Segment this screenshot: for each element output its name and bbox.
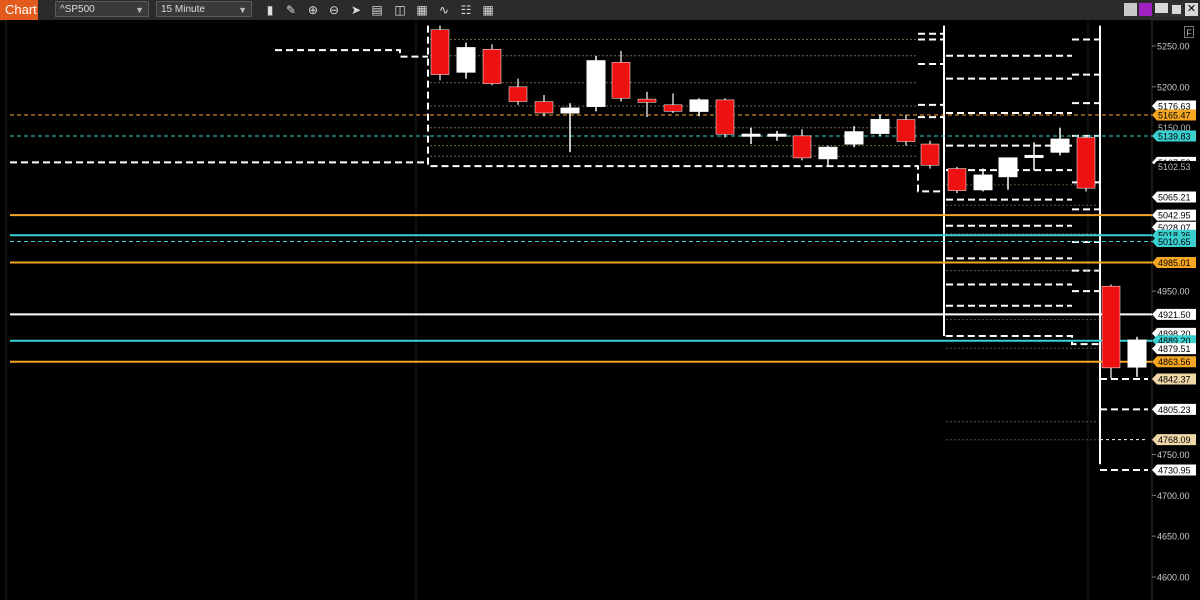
candle-body xyxy=(1101,285,1121,369)
interval-value: 15 Minute xyxy=(161,4,205,15)
interval-select[interactable]: 15 Minute ▼ xyxy=(156,1,252,17)
y-tick-label: 4600.00 xyxy=(1157,573,1190,583)
candle-body xyxy=(586,60,606,107)
candle-body xyxy=(844,131,864,145)
candle-body xyxy=(973,174,993,191)
restore-icon[interactable] xyxy=(1124,3,1137,16)
candle-body xyxy=(920,143,940,166)
candlestick-chart[interactable]: 5250.00 5200.00 4950.00 4750.00 4700.00 4650.… xyxy=(0,20,1200,600)
document-icon[interactable]: ▤ xyxy=(369,2,385,18)
minimize-icon[interactable] xyxy=(1155,3,1168,16)
price-label: 4985.01 xyxy=(1158,258,1191,268)
price-label: 5010.65 xyxy=(1158,237,1191,247)
toolbar: Chart ^SP500 ▼ 15 Minute ▼ ▮ ✎ ⊕ ⊖ ➤ ▤ ◫… xyxy=(0,0,1200,21)
price-label: 5042.95 xyxy=(1158,211,1191,221)
price-label: 4730.95 xyxy=(1158,466,1191,476)
candle-body xyxy=(818,146,838,160)
candle-body xyxy=(482,49,502,84)
candle-body xyxy=(1024,154,1044,158)
candle-body xyxy=(534,101,554,114)
candle-body xyxy=(767,133,787,137)
price-label: 5139.83 xyxy=(1158,132,1191,142)
price-label: 4768.09 xyxy=(1158,435,1191,445)
grid-icon[interactable]: ▦ xyxy=(480,2,496,18)
price-label: 5065.21 xyxy=(1158,192,1191,202)
pencil-icon[interactable]: ✎ xyxy=(283,2,299,18)
price-label: 5165.47 xyxy=(1158,111,1191,121)
chart-tools-icon[interactable]: ☷ xyxy=(458,2,474,18)
price-label: 4879.51 xyxy=(1158,344,1191,354)
split-icon[interactable]: ◫ xyxy=(392,2,408,18)
app-title: Chart xyxy=(0,0,38,20)
y-tick-label: 4700.00 xyxy=(1157,491,1190,501)
candle-body xyxy=(430,29,450,75)
color-icon[interactable] xyxy=(1139,3,1152,16)
candle-body xyxy=(998,157,1018,178)
cursor-icon[interactable]: ➤ xyxy=(348,2,364,18)
bar-chart-icon[interactable]: ▮ xyxy=(262,2,278,18)
candle-body xyxy=(508,86,528,102)
zoom-out-icon[interactable]: ⊖ xyxy=(326,2,342,18)
candle-body xyxy=(1076,137,1096,189)
maximize-icon[interactable] xyxy=(1170,3,1183,16)
indicator-icon[interactable]: ∿ xyxy=(436,2,452,18)
chevron-down-icon: ▼ xyxy=(135,5,144,15)
candle-body xyxy=(896,119,916,142)
y-tick-label: 4750.00 xyxy=(1157,450,1190,460)
chart-edge-label: F xyxy=(1184,26,1194,38)
price-label: 4921.50 xyxy=(1158,310,1191,320)
candle-body xyxy=(689,99,709,112)
candle-body xyxy=(456,47,476,73)
symbol-value: ^SP500 xyxy=(60,4,95,15)
candle-body xyxy=(870,119,890,134)
candle-body xyxy=(715,99,735,135)
candle-body xyxy=(1127,339,1147,368)
candle-body xyxy=(741,133,761,137)
candle-body xyxy=(560,107,580,114)
y-tick-label: 5250.00 xyxy=(1157,42,1190,52)
price-label: 4805.23 xyxy=(1158,405,1191,415)
close-icon[interactable]: ✕ xyxy=(1185,3,1198,16)
chevron-down-icon: ▼ xyxy=(238,5,247,15)
y-tick-label: 5200.00 xyxy=(1157,82,1190,92)
layout-icon[interactable]: ▦ xyxy=(414,2,430,18)
candle-body xyxy=(663,104,683,112)
candle-body xyxy=(637,98,657,103)
y-tick-label: 4650.00 xyxy=(1157,532,1190,542)
price-label: 4863.56 xyxy=(1158,357,1191,367)
candle-body xyxy=(1050,138,1070,153)
symbol-select[interactable]: ^SP500 ▼ xyxy=(55,1,149,17)
candle-body xyxy=(611,62,631,99)
price-label: 5102.53 xyxy=(1158,162,1191,172)
candle-body xyxy=(792,135,812,159)
candle-body xyxy=(947,168,967,191)
zoom-in-icon[interactable]: ⊕ xyxy=(305,2,321,18)
plot-area xyxy=(6,20,1150,600)
price-label: 4842.37 xyxy=(1158,375,1191,385)
y-tick-label: 4950.00 xyxy=(1157,287,1190,297)
